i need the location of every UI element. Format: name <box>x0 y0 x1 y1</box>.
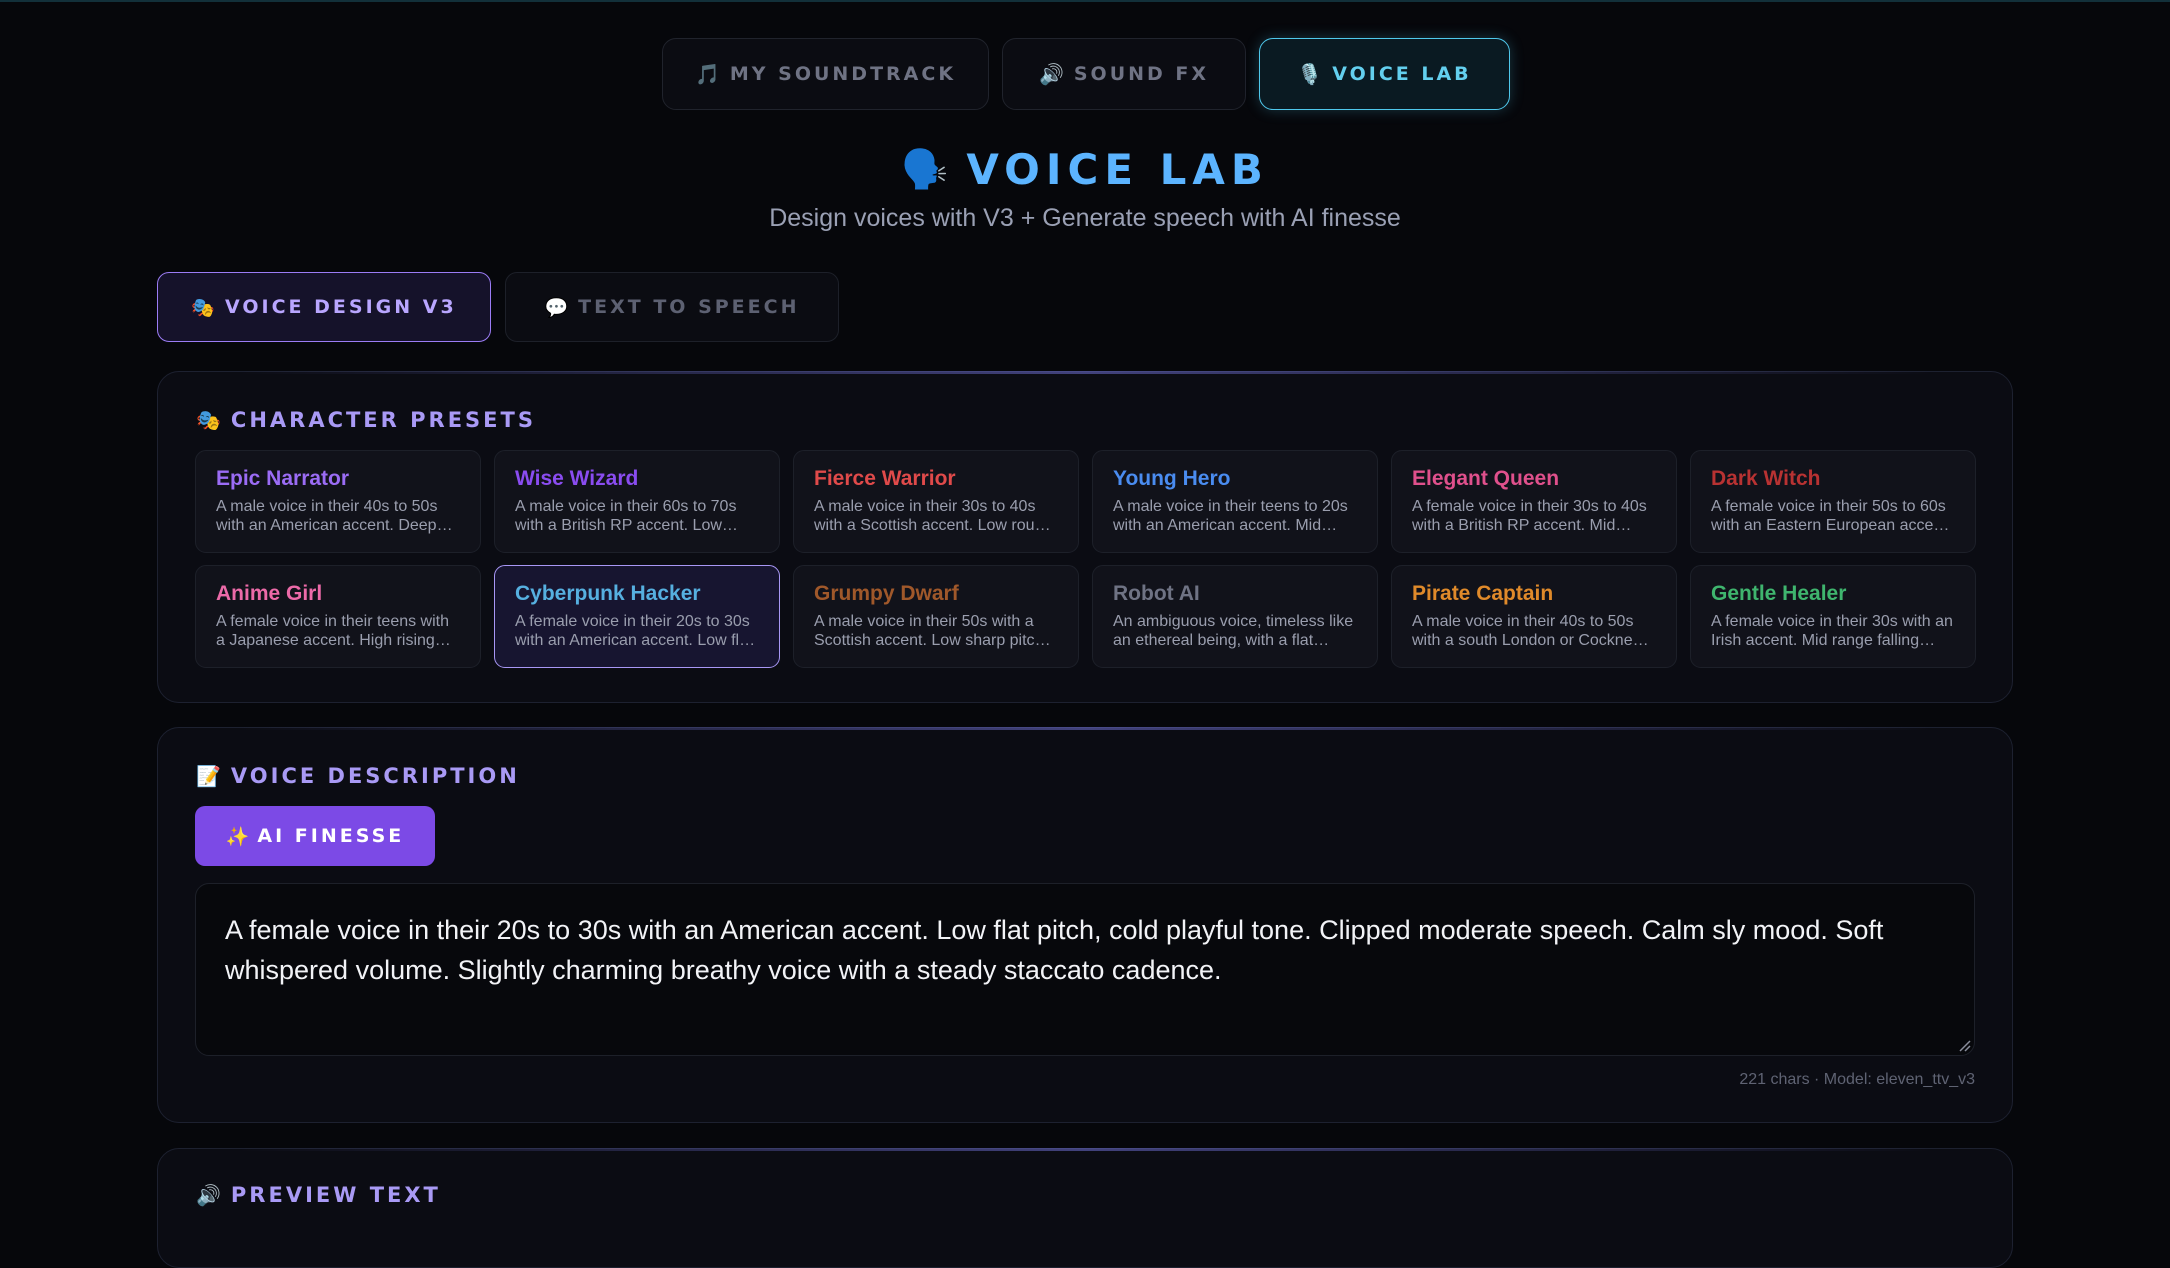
preset-description: A male voice in their teens to 20s with … <box>1113 498 1348 534</box>
panel-title-text: Preview Text <box>230 1183 441 1207</box>
preset-description: A male voice in their 60s to 70s with a … <box>515 498 737 534</box>
tab-label: My Soundtrack <box>729 63 957 85</box>
voice-description-panel: 📝 Voice Description ✨ AI Finesse A femal… <box>157 727 2013 1123</box>
speaker-icon: 🔊 <box>196 1183 221 1207</box>
tab-label: Sound FX <box>1073 63 1210 85</box>
theater-masks-icon: 🎭 <box>196 408 221 432</box>
preset-description: A male voice in their 50s with a Scottis… <box>814 613 1048 649</box>
music-note-icon: 🎵 <box>694 62 720 86</box>
voice-description-textarea[interactable]: A female voice in their 20s to 30s with … <box>195 883 1975 1056</box>
preset-description: A male voice in their 40s to 50s with an… <box>216 498 438 534</box>
sub-tabs: 🎭 Voice Design V3 💬 Text to Speech <box>157 272 839 342</box>
top-nav: 🎵 My Soundtrack 🔊 Sound FX 🎙️ Voice Lab <box>662 38 1510 110</box>
preset-card-cyberpunk-hacker[interactable]: Cyberpunk Hacker A female voice in their … <box>494 565 780 668</box>
tab-voice-lab[interactable]: 🎙️ Voice Lab <box>1259 38 1510 110</box>
tab-label: Text to Speech <box>578 296 800 318</box>
preset-name: Wise Wizard <box>515 467 639 490</box>
preset-name: Elegant Queen <box>1412 467 1560 490</box>
memo-icon: 📝 <box>196 764 221 788</box>
preset-name: Dark Witch <box>1711 467 1821 490</box>
panel-title: 📝 Voice Description <box>196 764 520 788</box>
preset-description: A female voice in their 30s to 40s with … <box>1412 498 1647 534</box>
panel-title: 🎭 Character Presets <box>196 408 536 432</box>
page-header: 🗣️ Voice Lab <box>0 145 2170 194</box>
panel-title-text: Character Presets <box>230 408 536 432</box>
preset-name: Robot AI <box>1113 582 1200 605</box>
tab-voice-design[interactable]: 🎭 Voice Design V3 <box>157 272 491 342</box>
ai-finesse-button[interactable]: ✨ AI Finesse <box>195 806 435 866</box>
preset-description: A female voice in their 30s with an Iris… <box>1711 613 1953 649</box>
tab-label: Voice Design V3 <box>225 296 457 318</box>
preset-card-pirate-captain[interactable]: Pirate Captain A male voice in their 40s … <box>1391 565 1677 668</box>
preset-name: Pirate Captain <box>1412 582 1554 605</box>
char-count-meta: 221 chars · Model: eleven_ttv_v3 <box>1739 1071 1975 1088</box>
character-presets-panel: 🎭 Character Presets Epic Narrator A male … <box>157 371 2013 703</box>
button-label: AI Finesse <box>257 825 405 847</box>
preset-name: Young Hero <box>1113 467 1231 490</box>
preset-card-epic-narrator[interactable]: Epic Narrator A male voice in their 40s t… <box>195 450 481 553</box>
preset-name: Anime Girl <box>216 582 323 605</box>
resize-handle-icon[interactable] <box>1957 1038 1971 1052</box>
speaker-icon: 🔊 <box>1038 62 1064 86</box>
panel-title: 🔊 Preview Text <box>196 1183 441 1207</box>
sparkles-icon: ✨ <box>225 825 250 848</box>
preset-grid: Epic Narrator A male voice in their 40s t… <box>195 450 1976 668</box>
preset-name: Gentle Healer <box>1711 582 1847 605</box>
panel-title-text: Voice Description <box>230 764 520 788</box>
preset-name: Grumpy Dwarf <box>814 582 959 605</box>
voice-description-text: A female voice in their 20s to 30s with … <box>225 915 1884 985</box>
preset-card-gentle-healer[interactable]: Gentle Healer A female voice in their 30s… <box>1690 565 1976 668</box>
preset-name: Fierce Warrior <box>814 467 956 490</box>
preset-card-elegant-queen[interactable]: Elegant Queen A female voice in their 30s… <box>1391 450 1677 553</box>
microphone-icon: 🎙️ <box>1297 62 1323 86</box>
preset-card-grumpy-dwarf[interactable]: Grumpy Dwarf A male voice in their 50s wi… <box>793 565 1079 668</box>
preview-text-panel: 🔊 Preview Text <box>157 1148 2013 1268</box>
preset-description: A female voice in their teens with a Jap… <box>216 613 450 649</box>
preset-description: An ambiguous voice, timeless like an eth… <box>1113 613 1354 649</box>
speech-bubble-icon: 💬 <box>544 296 569 319</box>
preset-card-robot-ai[interactable]: Robot AI An ambiguous voice, timeless lik… <box>1092 565 1378 668</box>
tab-sound-fx[interactable]: 🔊 Sound FX <box>1002 38 1246 110</box>
page-title-text: Voice Lab <box>966 145 1269 194</box>
preset-name: Cyberpunk Hacker <box>515 582 701 605</box>
speaking-head-icon: 🗣️ <box>901 147 949 191</box>
tab-text-to-speech[interactable]: 💬 Text to Speech <box>505 272 839 342</box>
theater-masks-icon: 🎭 <box>191 296 215 319</box>
preset-card-anime-girl[interactable]: Anime Girl A female voice in their teens … <box>195 565 481 668</box>
page-title: 🗣️ Voice Lab <box>901 145 1269 194</box>
preset-description: A female voice in their 20s to 30s with … <box>515 613 753 649</box>
preset-name: Epic Narrator <box>216 467 350 490</box>
preset-card-wise-wizard[interactable]: Wise Wizard A male voice in their 60s to … <box>494 450 780 553</box>
preset-description: A female voice in their 50s to 60s with … <box>1711 498 1952 534</box>
preset-description: A male voice in their 40s to 50s with a … <box>1412 613 1641 649</box>
preset-card-young-hero[interactable]: Young Hero A male voice in their teens to… <box>1092 450 1378 553</box>
tab-label: Voice Lab <box>1332 63 1472 85</box>
preset-description: A male voice in their 30s to 40s with a … <box>814 498 1053 534</box>
preset-card-fierce-warrior[interactable]: Fierce Warrior A male voice in their 30s … <box>793 450 1079 553</box>
tab-my-soundtrack[interactable]: 🎵 My Soundtrack <box>662 38 989 110</box>
preset-card-dark-witch[interactable]: Dark Witch A female voice in their 50s to… <box>1690 450 1976 553</box>
page-subtitle: Design voices with V3 + Generate speech … <box>769 204 1401 232</box>
